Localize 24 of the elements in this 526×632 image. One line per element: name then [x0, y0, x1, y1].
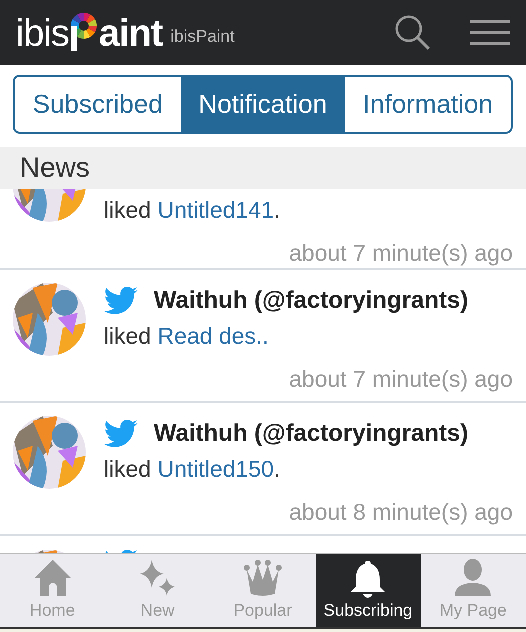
artwork-link[interactable]: Untitled141 — [158, 197, 274, 223]
search-icon[interactable] — [394, 14, 432, 52]
artwork-link[interactable]: Read des.. — [158, 323, 269, 349]
bird-icon — [104, 287, 138, 315]
notification-text: liked Untitled141. — [104, 196, 282, 225]
artwork-link[interactable]: Untitled150 — [158, 456, 274, 482]
user-name[interactable]: Waithuh (@factoryingrants) — [154, 283, 469, 319]
section-heading: News — [0, 147, 526, 189]
site-name: ibisPaint — [170, 26, 235, 48]
menu-icon[interactable] — [470, 20, 510, 46]
notification-text: liked Read des.. — [104, 322, 270, 351]
timestamp: about 7 minute(s) ago — [288, 364, 513, 394]
user-name[interactable]: Waithuh (@factoryingrants) — [154, 416, 469, 452]
bird-icon — [104, 420, 138, 448]
home-icon — [32, 558, 73, 598]
person-icon — [453, 558, 494, 598]
notification-text: liked Untitled150. — [104, 455, 282, 484]
palette-icon — [70, 12, 98, 52]
crown-icon — [243, 558, 283, 598]
nav-tab[interactable]: Subscribing — [316, 554, 421, 627]
tab[interactable]: Notification — [180, 77, 346, 132]
logo[interactable]: ibis aint — [16, 12, 163, 52]
timestamp: about 7 minute(s) ago — [288, 238, 513, 268]
timestamp: about 8 minute(s) ago — [288, 498, 513, 527]
